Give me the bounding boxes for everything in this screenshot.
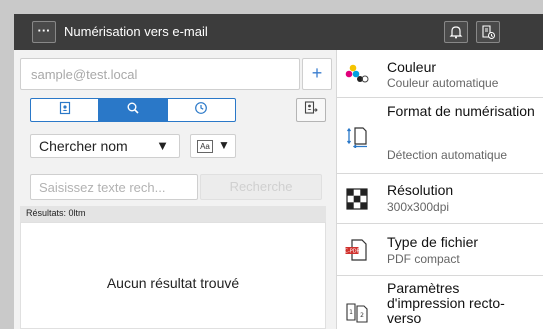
search-by-value: Chercher nom [39, 138, 128, 154]
setting-label: Couleur [387, 59, 437, 75]
setting-value: Détection automatique [387, 148, 508, 162]
clock-icon [194, 101, 208, 120]
setting-color[interactable]: Couleur Couleur automatique [337, 50, 543, 98]
color-dots-icon [345, 62, 369, 86]
email-field[interactable]: sample@test.local [20, 58, 300, 90]
job-settings-icon[interactable] [476, 21, 500, 43]
setting-resolution[interactable]: Résolution 300x300dpi [337, 174, 543, 224]
setting-duplex[interactable]: 12 Paramètres d'impression recto-verso [337, 276, 543, 329]
address-book-icon [58, 101, 72, 120]
no-results-message: Aucun résultat trouvé [106, 275, 240, 291]
pdf-file-icon: C-PDF [344, 238, 369, 262]
header-bar: ··· Numérisation vers e-mail [14, 14, 543, 50]
chevron-down-icon: ▼ [218, 138, 230, 152]
setting-value: Couleur automatique [387, 76, 499, 90]
svg-text:1: 1 [349, 309, 353, 316]
tab-search[interactable] [98, 99, 167, 121]
add-destination-button[interactable]: + [302, 58, 332, 90]
search-by-select[interactable]: Chercher nom ▼ [30, 134, 180, 158]
search-button[interactable]: Recherche [200, 174, 322, 200]
setting-label: Paramètres d'impression recto-verso [387, 280, 505, 326]
setting-value: 300x300dpi [387, 200, 450, 214]
address-list-button[interactable] [296, 98, 326, 122]
setting-label: Résolution [387, 182, 454, 198]
bell-icon[interactable] [444, 21, 468, 43]
app-frame: ··· Numérisation vers e-mail sample@test… [14, 14, 543, 329]
svg-text:C-PDF: C-PDF [345, 248, 360, 254]
results-count: Résultats: 0ltm [20, 206, 326, 222]
scan-settings-panel: Couleur Couleur automatique Format de nu… [336, 50, 543, 329]
duplex-icon: 12 [345, 300, 369, 324]
case-icon: Aa [197, 140, 213, 153]
destination-panel: sample@test.local + Chercher nom ▼ Aa ▼ … [14, 50, 336, 329]
setting-label: Format de numérisation [387, 103, 535, 119]
tab-history[interactable] [166, 99, 235, 121]
setting-value: PDF compact [387, 252, 460, 266]
tab-address-book[interactable] [31, 99, 98, 121]
setting-label: Type de fichier [387, 234, 479, 250]
page-title: Numérisation vers e-mail [64, 24, 208, 39]
setting-scan-size[interactable]: Format de numérisation Détection automat… [337, 98, 543, 174]
svg-text:2: 2 [360, 312, 364, 319]
results-list: Aucun résultat trouvé [20, 222, 326, 329]
search-input[interactable]: Saisissez texte rech... [30, 174, 198, 200]
address-list-icon [303, 100, 319, 121]
search-icon [126, 101, 140, 120]
menu-button[interactable]: ··· [32, 21, 56, 43]
destination-tabs [30, 98, 236, 122]
case-sensitivity-select[interactable]: Aa ▼ [190, 134, 236, 158]
setting-file-type[interactable]: C-PDF Type de fichier PDF compact [337, 224, 543, 276]
chevron-down-icon: ▼ [156, 138, 169, 153]
scan-size-icon [345, 124, 369, 149]
resolution-icon [345, 187, 369, 211]
